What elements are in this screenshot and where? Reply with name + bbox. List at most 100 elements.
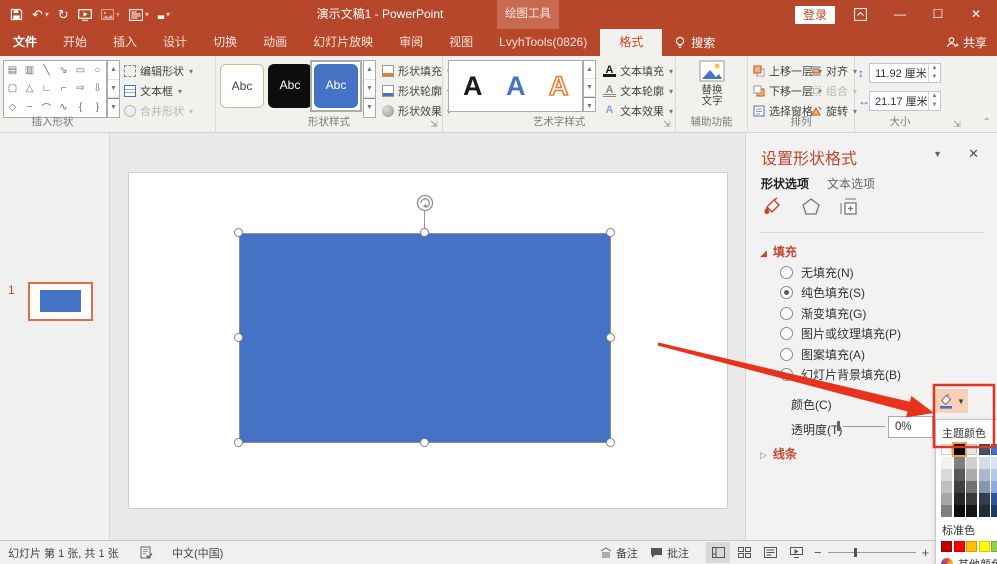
variant-color-3-2[interactable] [966, 493, 977, 505]
resize-handle-se[interactable] [606, 438, 615, 447]
resize-handle-s[interactable] [420, 438, 429, 447]
variant-color-0-4[interactable] [991, 457, 997, 469]
zoom-slider-thumb[interactable] [854, 548, 857, 557]
shape-height-field[interactable]: 11.92 厘米 ▲▼ [869, 63, 941, 83]
variant-color-4-0[interactable] [941, 505, 952, 517]
variant-color-2-3[interactable] [979, 481, 990, 493]
pane-tab-text-options[interactable]: 文本选项 [827, 175, 875, 192]
effects-icon[interactable] [801, 197, 821, 217]
pane-tab-shape-options[interactable]: 形状选项 [761, 175, 809, 192]
variant-color-1-4[interactable] [991, 469, 997, 481]
align-button[interactable]: 对齐▾ [810, 63, 857, 79]
zoom-in-icon[interactable]: + [922, 545, 930, 560]
text-outline-button[interactable]: A 文本轮廓▾ [603, 83, 673, 99]
resize-handle-nw[interactable] [234, 228, 243, 237]
standard-color-3[interactable] [979, 541, 990, 552]
radio-icon[interactable] [780, 327, 793, 340]
variant-color-1-2[interactable] [966, 469, 977, 481]
shape-gallery-item-2[interactable]: ╲ [38, 61, 55, 80]
rotation-handle[interactable] [411, 190, 441, 220]
fill-line-icon[interactable] [763, 197, 783, 217]
login-button[interactable]: 登录 [795, 6, 835, 24]
radio-icon[interactable] [780, 368, 793, 381]
resize-handle-w[interactable] [234, 333, 243, 342]
selected-rectangle-shape[interactable] [239, 233, 611, 443]
notes-button[interactable]: 备注 [600, 541, 638, 564]
shape-gallery-item-4[interactable]: ▭ [72, 61, 89, 80]
radio-icon[interactable] [780, 286, 793, 299]
close-button[interactable]: ✕ [961, 0, 991, 29]
tab-item-0[interactable]: 文件 [0, 29, 50, 56]
tab-item-6[interactable]: 幻灯片放映 [300, 29, 386, 56]
layout-icon[interactable]: ▾ [129, 9, 149, 21]
variant-color-0-0[interactable] [941, 457, 952, 469]
variant-color-3-4[interactable] [991, 493, 997, 505]
shape-gallery-item-1[interactable]: ▥ [21, 61, 38, 80]
more-colors-item[interactable]: 其他颜色 [941, 556, 997, 564]
tab-item-9[interactable]: LvyhTools(0826) [486, 29, 600, 56]
variant-color-0-3[interactable] [979, 457, 990, 469]
radio-icon[interactable] [780, 307, 793, 320]
zoom-slider[interactable] [828, 552, 916, 553]
fill-option-1[interactable]: 纯色填充(S) [780, 283, 901, 304]
variant-color-1-1[interactable] [954, 469, 965, 481]
customize-qat-icon[interactable]: ▃▾ [158, 10, 170, 19]
tab-item-5[interactable]: 动画 [250, 29, 300, 56]
slide-thumbnail[interactable] [28, 282, 93, 321]
merge-shapes-button[interactable]: 合并形状▾ [124, 103, 193, 119]
shape-styles-dialog-launcher-icon[interactable]: ⇲ [429, 119, 439, 129]
shape-style-scroll[interactable]: ▲▼▼ [363, 60, 376, 118]
slideshow-view-button[interactable] [784, 542, 808, 563]
tab-item-7[interactable]: 审阅 [386, 29, 436, 56]
fill-color-button[interactable]: ▼ [935, 389, 968, 413]
fill-section-header[interactable]: ◢填充 [760, 243, 797, 260]
tab-item-4[interactable]: 切换 [200, 29, 250, 56]
shape-gallery-item-9[interactable]: ⌐ [55, 80, 72, 99]
tab-format-active[interactable]: 格式 [600, 29, 662, 56]
line-section-header[interactable]: ▷线条 [760, 445, 797, 462]
variant-color-0-2[interactable] [966, 457, 977, 469]
resize-handle-e[interactable] [606, 333, 615, 342]
wordart-preview-1[interactable]: A [463, 71, 483, 102]
edit-shape-button[interactable]: 编辑形状▾ [124, 63, 193, 79]
shape-gallery-item-8[interactable]: ∟ [38, 80, 55, 99]
zoom-out-icon[interactable]: − [814, 545, 822, 560]
shape-style-preview-1[interactable]: Abc [220, 64, 264, 108]
transparency-slider-track[interactable] [843, 426, 885, 427]
resize-handle-n[interactable] [420, 228, 429, 237]
variant-color-4-1[interactable] [954, 505, 965, 517]
standard-color-2[interactable] [966, 541, 977, 552]
shape-gallery-item-10[interactable]: ⇨ [72, 80, 89, 99]
radio-icon[interactable] [780, 266, 793, 279]
variant-color-2-0[interactable] [941, 481, 952, 493]
variant-color-2-4[interactable] [991, 481, 997, 493]
share-button[interactable]: 共享 [946, 29, 987, 56]
text-fill-button[interactable]: A 文本填充▾ [603, 63, 673, 79]
reading-view-button[interactable] [758, 542, 782, 563]
shape-gallery-item-0[interactable]: ▤ [4, 61, 21, 80]
theme-color-2[interactable] [966, 444, 977, 455]
undo-icon[interactable]: ↶▾ [32, 7, 49, 23]
variant-color-1-0[interactable] [941, 469, 952, 481]
spellcheck-icon[interactable] [140, 541, 153, 564]
wordart-gallery[interactable]: A A A [448, 60, 583, 112]
variant-color-4-3[interactable] [979, 505, 990, 517]
fill-option-0[interactable]: 无填充(N) [780, 262, 901, 283]
shape-outline-button[interactable]: 形状轮廓▾ [382, 83, 451, 99]
shape-gallery-item-5[interactable]: ○ [89, 61, 106, 80]
transparency-value-field[interactable]: 0% [888, 416, 933, 438]
transparency-slider-thumb[interactable] [837, 421, 840, 431]
insert-picture-icon[interactable]: ▾ [101, 9, 120, 20]
resize-handle-ne[interactable] [606, 228, 615, 237]
minimize-button[interactable]: — [885, 0, 915, 29]
standard-color-0[interactable] [941, 541, 952, 552]
fill-option-4[interactable]: 图案填充(A) [780, 344, 901, 365]
tab-item-3[interactable]: 设计 [150, 29, 200, 56]
slide-sorter-view-button[interactable] [732, 542, 756, 563]
theme-color-3[interactable] [979, 444, 990, 455]
fill-option-3[interactable]: 图片或纹理填充(P) [780, 324, 901, 345]
wordart-dialog-launcher-icon[interactable]: ⇲ [662, 119, 672, 129]
theme-color-1[interactable] [954, 444, 965, 455]
variant-color-3-0[interactable] [941, 493, 952, 505]
shape-style-preview-2[interactable]: Abc [268, 64, 312, 108]
